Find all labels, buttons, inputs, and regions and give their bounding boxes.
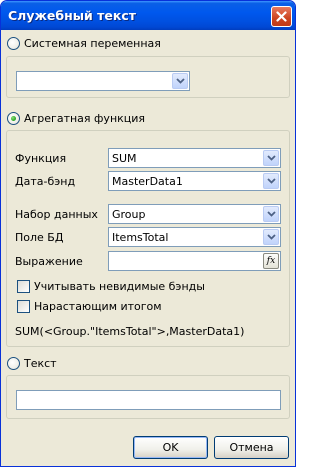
running-total-checkbox[interactable] [17,300,30,313]
text-label: Текст [24,357,57,370]
aggregate-function-label: Агрегатная функция [24,112,146,125]
window-title: Служебный текст [8,8,137,23]
aggregate-function-panel: Функция SUM Дата-бэнд MasterData1 Набор … [6,130,290,347]
db-field-label: Поле БД [15,231,64,244]
system-variable-panel [6,56,290,98]
dropdown-button[interactable] [172,73,188,89]
dialog-window: Служебный текст Системная переменная Агр… [0,0,296,467]
chevron-down-icon [267,155,276,161]
dropdown-button[interactable] [263,173,279,189]
invisible-bands-checkbox[interactable] [17,280,30,293]
invisible-bands-label: Учитывать невидимые бэнды [34,280,205,293]
radio-selected-dot [11,116,16,121]
chevron-down-icon [267,211,276,217]
result-expression: SUM(<Group."ItemsTotal">,MasterData1) [15,325,245,338]
system-variable-radio[interactable] [7,37,20,50]
text-panel [6,375,290,419]
system-variable-label: Системная переменная [24,37,161,50]
ok-button[interactable]: OK [133,436,208,459]
databand-label: Дата-бэнд [15,175,76,188]
title-bar[interactable]: Служебный текст [1,1,295,30]
dataset-label: Набор данных [15,208,98,221]
dropdown-button[interactable] [263,150,279,166]
chevron-down-icon [176,78,185,84]
system-variable-select[interactable] [16,71,190,91]
databand-select[interactable]: MasterData1 [108,171,281,191]
expression-input[interactable]: fx [108,251,281,271]
close-icon [276,11,287,22]
expression-editor-button[interactable]: fx [263,253,279,269]
function-icon: fx [266,256,276,266]
function-label: Функция [15,152,67,165]
dropdown-button[interactable] [263,229,279,245]
dropdown-button[interactable] [263,206,279,222]
close-button[interactable] [271,6,292,27]
text-radio[interactable] [7,357,20,370]
chevron-down-icon [267,234,276,240]
dataset-select[interactable]: Group [108,204,281,224]
function-select[interactable]: SUM [108,148,281,168]
aggregate-function-radio[interactable] [7,112,20,125]
db-field-select[interactable]: ItemsTotal [108,227,281,247]
text-input[interactable] [16,390,281,410]
cancel-button[interactable]: Отмена [214,436,289,459]
chevron-down-icon [267,178,276,184]
running-total-label: Нарастающим итогом [34,300,162,313]
expression-label: Выражение [15,255,83,268]
